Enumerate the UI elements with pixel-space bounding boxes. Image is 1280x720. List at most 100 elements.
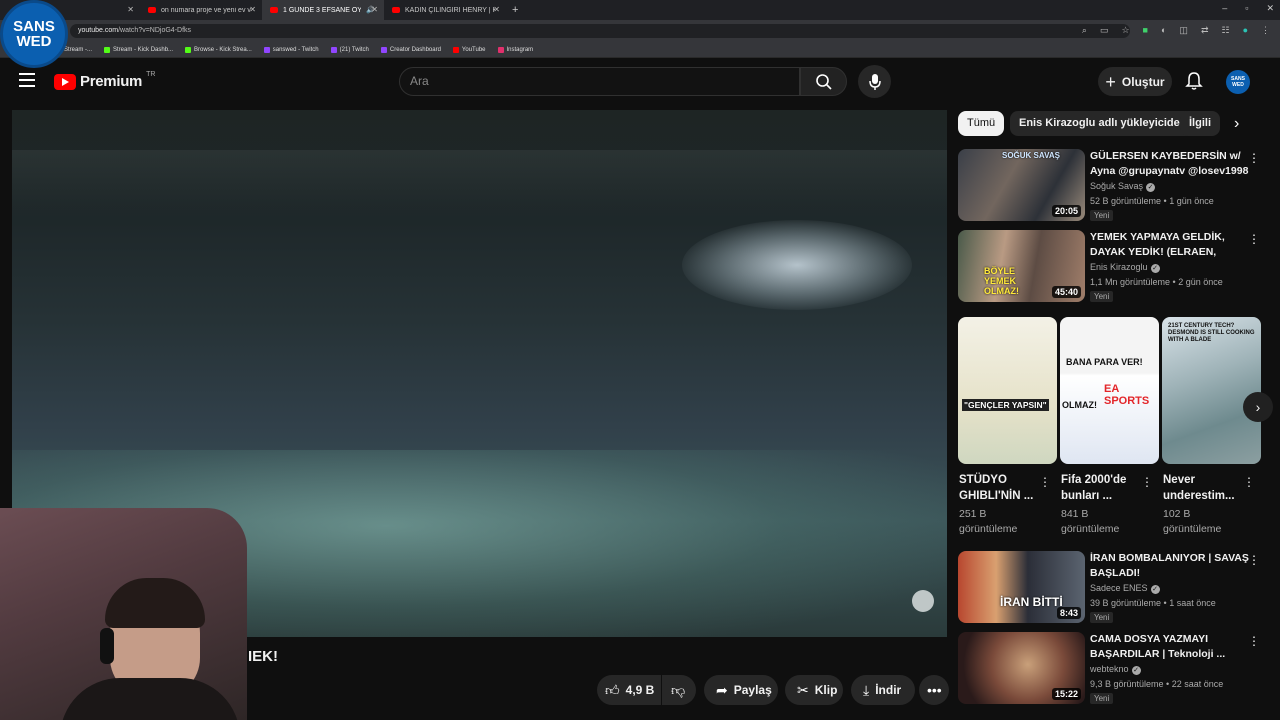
minimize-icon[interactable]: –: [1222, 3, 1227, 14]
thumbnail-text: İRAN BİTTİ: [1000, 595, 1063, 609]
bookmark[interactable]: YouTube: [452, 46, 486, 53]
menu-icon[interactable]: ⋮: [1261, 25, 1270, 36]
bookmark[interactable]: sanswed - Twitch: [263, 46, 319, 53]
twitch-icon: [330, 46, 337, 53]
kick-icon: [185, 46, 192, 53]
browser-tab-3[interactable]: 1 GÜNDE 3 EFSANE OYUN... 🔊 ✕: [262, 0, 384, 20]
more-vertical-icon[interactable]: ⋮: [1248, 151, 1260, 165]
url-field[interactable]: youtube.com/watch?v=NDjoG4-Dfks: [70, 24, 1130, 38]
voice-search-button[interactable]: [858, 65, 891, 98]
search-button[interactable]: [800, 67, 847, 96]
browser-tab-4[interactable]: KADIN ÇİLİNGİRİ HENRY | KIN... ✕: [384, 0, 506, 20]
dislike-button[interactable]: 👎︎: [662, 675, 696, 705]
hamburger-menu-icon[interactable]: [19, 73, 35, 87]
thumbnail-text: SOĞUK SAVAŞ: [1002, 151, 1060, 160]
close-icon[interactable]: ✕: [127, 5, 134, 14]
thumbnail-text: BANA PARA VER!: [1066, 357, 1143, 367]
bookmark[interactable]: (21) Twitch: [330, 46, 369, 53]
bookmark-label: (21) Twitch: [339, 46, 369, 53]
close-icon[interactable]: ✕: [249, 5, 256, 14]
channel-name: Soğuk Savaş ✓: [1090, 181, 1156, 192]
chip-all[interactable]: Tümü: [958, 111, 1005, 136]
video-meta: 52 B görüntüleme • 1 gün önce: [1090, 196, 1214, 206]
search-input[interactable]: Ara: [399, 67, 800, 96]
avatar-text: WED: [1232, 82, 1244, 88]
download-button[interactable]: ⤓ İndir: [851, 675, 915, 705]
zoom-icon[interactable]: ⌕: [1082, 25, 1087, 36]
notifications-bell-icon[interactable]: [1184, 71, 1204, 91]
share-button[interactable]: ➦ Paylaş: [704, 675, 778, 705]
tab-label: 1 GÜNDE 3 EFSANE OYUN...: [283, 6, 361, 14]
extension-icon[interactable]: ☷: [1221, 25, 1229, 36]
twitch-icon: [263, 46, 270, 53]
youtube-header: Premium TR Ara + Oluştur SANS WED: [0, 59, 1280, 105]
recommended-video[interactable]: İRAN BİTTİ 8:43 İRAN BOMBALANIYOR | SAVA…: [958, 551, 1268, 625]
thumbnail-text: OLMAZ!: [1062, 400, 1097, 410]
extension-icon[interactable]: ⇄: [1201, 25, 1209, 36]
short-item[interactable]: "GENÇLER YAPSIN" STÜDYO GHIBLI'NİN ... 2…: [958, 317, 1057, 535]
new-tab-button[interactable]: +: [512, 4, 518, 16]
more-vertical-icon[interactable]: ⋮: [1248, 634, 1260, 648]
bookmark[interactable]: Stream - Kick Dashb...: [104, 46, 173, 53]
like-button[interactable]: 👍︎ 4,9 B: [597, 675, 661, 705]
browser-tab-2[interactable]: on numara proje ve yeni ev vl... ✕: [140, 0, 262, 20]
bookmark-label: Browse - Kick Strea...: [194, 46, 252, 53]
kick-icon: [104, 46, 111, 53]
clip-button[interactable]: ✂ Klip: [785, 675, 843, 705]
thumbs-up-icon: 👍︎: [605, 681, 620, 698]
channel-watermark-icon[interactable]: [912, 590, 934, 612]
chip-related[interactable]: İlgili: [1180, 111, 1220, 136]
shorts-shelf: "GENÇLER YAPSIN" STÜDYO GHIBLI'NİN ... 2…: [958, 317, 1262, 542]
star-icon[interactable]: ☆: [1121, 25, 1129, 36]
close-window-icon[interactable]: ✕: [1266, 3, 1274, 14]
avatar[interactable]: SANS WED: [1226, 70, 1250, 94]
close-icon[interactable]: ✕: [493, 5, 500, 14]
webcam-person-hair: [105, 578, 205, 628]
extension-icon[interactable]: ◐: [1161, 25, 1166, 36]
shorts-next-button[interactable]: ›: [1243, 392, 1273, 422]
cast-icon[interactable]: ▭: [1100, 25, 1109, 36]
thumbnail-text: "GENÇLER YAPSIN": [962, 399, 1049, 411]
close-icon[interactable]: ✕: [371, 5, 378, 14]
like-count: 4,9 B: [625, 683, 655, 697]
create-button[interactable]: + Oluştur: [1098, 67, 1172, 96]
short-item[interactable]: 21ST CENTURY TECH? DESMOND IS STILL COOK…: [1162, 317, 1261, 535]
verified-icon: ✓: [1146, 183, 1156, 192]
more-vertical-icon[interactable]: ⋮: [1248, 553, 1260, 567]
more-vertical-icon[interactable]: ⋮: [1039, 475, 1051, 489]
video-title: GÜLERSEN KAYBEDERSİN w/ Ayna @grupaynatv…: [1090, 150, 1249, 177]
more-vertical-icon[interactable]: ⋮: [1141, 475, 1153, 489]
short-views: 841 Bgörüntüleme: [1061, 508, 1120, 535]
short-item[interactable]: BANA PARA VER! OLMAZ! EA SPORTS Fifa 200…: [1060, 317, 1159, 535]
streamer-webcam: [0, 508, 247, 720]
bookmark[interactable]: Instagram: [497, 46, 533, 53]
chip-uploader[interactable]: Enis Kirazoglu adlı yükleyiciden: [1010, 111, 1196, 136]
more-actions-button[interactable]: •••: [919, 675, 949, 705]
more-vertical-icon[interactable]: ⋮: [1243, 475, 1255, 489]
recommended-video[interactable]: BÖYLE YEMEK OLMAZ! 45:40 YEMEK YAPMAYA G…: [958, 230, 1268, 304]
chevron-right-icon[interactable]: ›: [1234, 115, 1239, 133]
video-thumbnail: İRAN BİTTİ 8:43: [958, 551, 1085, 623]
ea-sports-logo: EA SPORTS: [1104, 383, 1150, 407]
address-bar-icons: ⌕ ▭ ☆ ■ ◐ ◫ ⇄ ☷ ● ⋮: [1082, 25, 1270, 36]
bookmarks-bar: Stream -... Stream - Kick Dashb... Brows…: [0, 42, 1280, 58]
video-meta: 39 B görüntüleme • 1 saat önce: [1090, 598, 1216, 608]
duration-badge: 8:43: [1056, 607, 1081, 619]
extension-icon[interactable]: ◫: [1179, 25, 1188, 36]
recommended-video[interactable]: SOĞUK SAVAŞ 20:05 GÜLERSEN KAYBEDERSİN w…: [958, 149, 1268, 223]
bookmark[interactable]: Browse - Kick Strea...: [185, 46, 252, 53]
more-vertical-icon[interactable]: ⋮: [1248, 232, 1260, 246]
youtube-premium-logo[interactable]: Premium TR: [54, 71, 155, 90]
profile-icon[interactable]: ●: [1243, 25, 1248, 36]
bookmark[interactable]: Stream -...: [64, 47, 92, 53]
video-meta: 1,1 Mn görüntüleme • 2 gün önce: [1090, 277, 1223, 287]
bookmark[interactable]: Creator Dashboard: [380, 46, 441, 53]
extension-icon[interactable]: ■: [1143, 25, 1148, 36]
maximize-icon[interactable]: ▫: [1245, 3, 1248, 14]
short-title: Fifa 2000'de bunları ...: [1061, 474, 1127, 502]
download-icon: ⤓: [863, 681, 870, 698]
search-icon: [815, 73, 832, 90]
browser-tab-bar: ✕ on numara proje ve yeni ev vl... ✕ 1 G…: [0, 0, 1280, 20]
recommended-video[interactable]: 15:22 CAMA DOSYA YAZMAYI BAŞARDILAR | Te…: [958, 632, 1268, 704]
sanswed-logo: SANS WED: [0, 0, 68, 68]
